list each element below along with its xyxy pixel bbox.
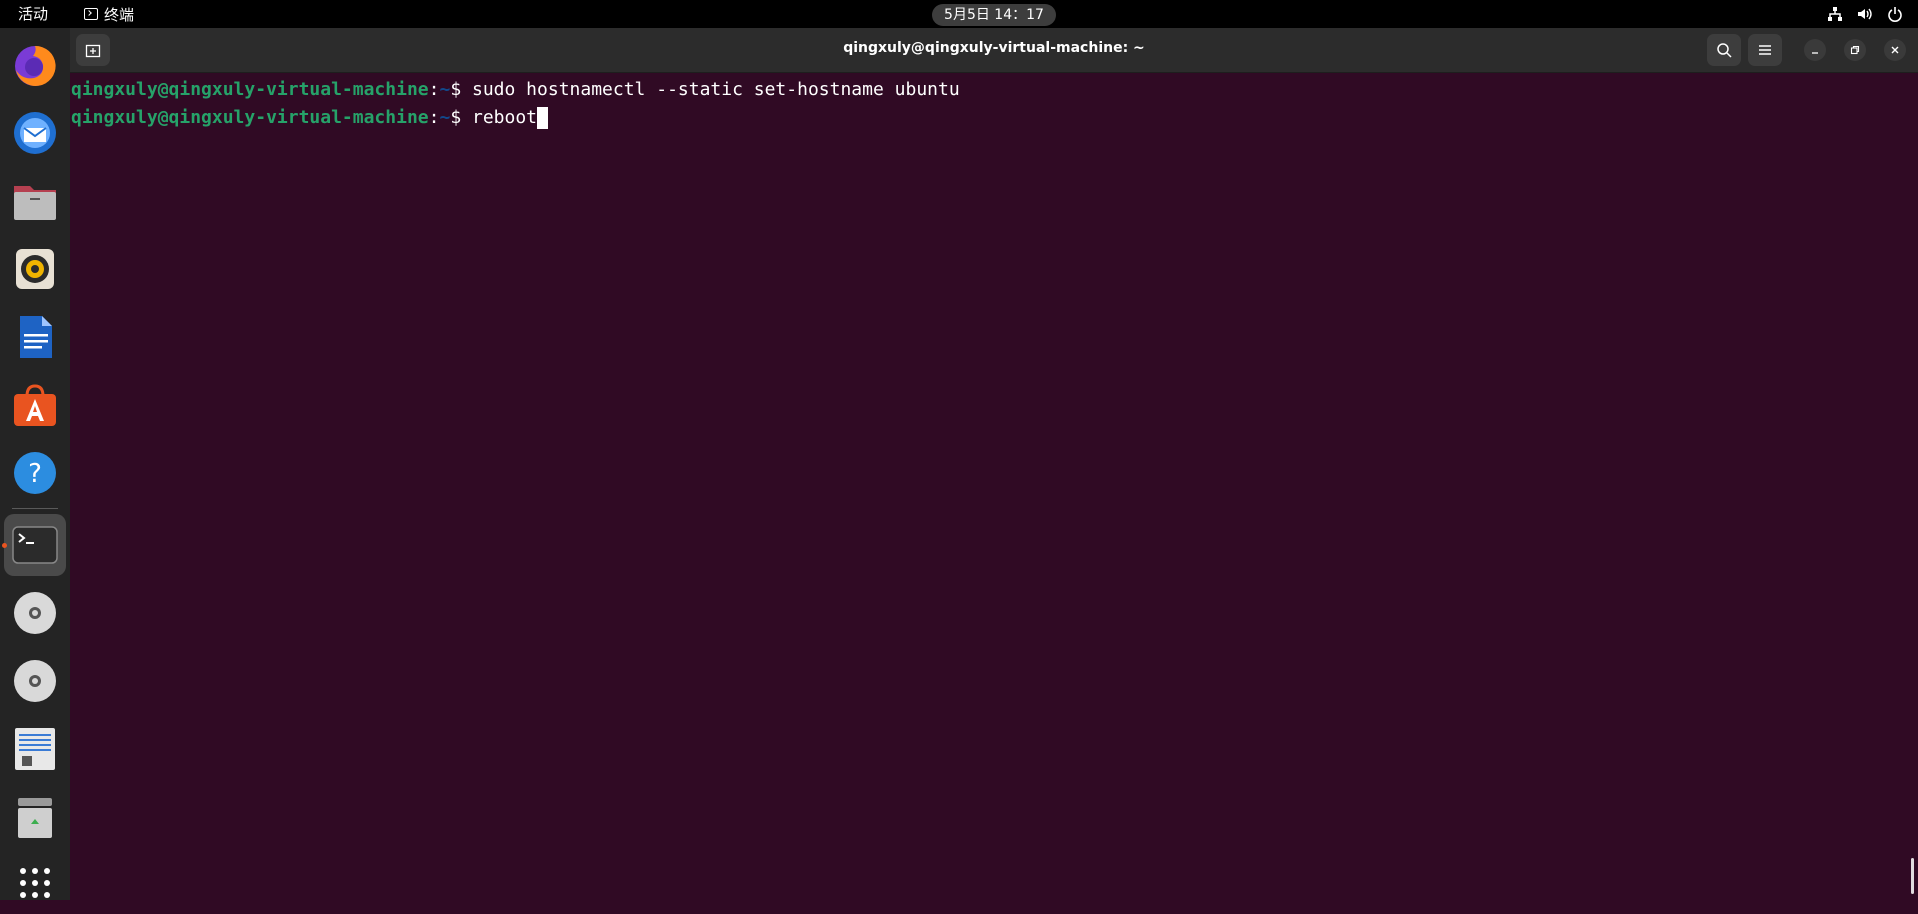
text-cursor xyxy=(537,107,549,129)
menu-button[interactable] xyxy=(1748,34,1782,66)
search-icon xyxy=(1717,43,1732,58)
app-menu-label: 终端 xyxy=(104,5,135,24)
app-menu[interactable]: 终端 xyxy=(84,4,134,24)
clock[interactable]: 5月5日 14：17 xyxy=(932,4,1056,26)
optical-drive-launcher[interactable] xyxy=(4,582,66,644)
disc-icon xyxy=(14,592,56,634)
minimize-button[interactable] xyxy=(1804,39,1826,61)
terminal-icon xyxy=(12,526,58,564)
volume-icon[interactable] xyxy=(1856,5,1874,23)
prompt-path: ~ xyxy=(439,79,451,100)
help-icon: ? xyxy=(14,452,56,494)
terminal-line: qingxuly@qingxuly-virtual-machine:~$ reb… xyxy=(71,107,549,129)
text-file-icon xyxy=(15,728,55,770)
terminal-output[interactable]: qingxuly@qingxuly-virtual-machine:~$ sud… xyxy=(70,73,1918,900)
network-icon[interactable] xyxy=(1826,5,1844,23)
help-launcher[interactable]: ? xyxy=(4,442,66,504)
trash-icon xyxy=(18,798,52,838)
prompt-path: ~ xyxy=(439,107,451,128)
restore-icon xyxy=(1850,45,1860,55)
thunderbird-icon xyxy=(14,112,56,154)
text-file-launcher[interactable] xyxy=(4,718,66,780)
prompt-user-host: qingxuly@qingxuly-virtual-machine xyxy=(71,107,429,128)
prompt-separator: : xyxy=(428,79,440,100)
new-tab-button[interactable] xyxy=(76,34,110,66)
firefox-launcher[interactable] xyxy=(4,34,66,96)
top-bar: 活动 终端 5月5日 14：17 xyxy=(0,0,1918,28)
system-tray[interactable] xyxy=(1826,3,1904,25)
search-button[interactable] xyxy=(1707,34,1741,66)
minimize-icon xyxy=(1812,52,1818,54)
svg-text:?: ? xyxy=(28,459,42,489)
show-apps-button[interactable] xyxy=(4,852,66,914)
running-indicator xyxy=(2,543,7,548)
dock: ? xyxy=(0,28,70,900)
scrollbar[interactable] xyxy=(1911,858,1914,894)
power-icon[interactable] xyxy=(1886,5,1904,23)
prompt-separator: : xyxy=(428,107,440,128)
terminal-launcher[interactable] xyxy=(4,514,66,576)
terminal-headerbar: qingxuly@qingxuly-virtual-machine: ~ xyxy=(70,28,1918,73)
prompt-symbol: $ xyxy=(450,79,472,100)
window-title: qingxuly@qingxuly-virtual-machine: ~ xyxy=(843,40,1145,56)
document-icon xyxy=(20,316,52,358)
close-icon xyxy=(1891,46,1899,54)
terminal-line: qingxuly@qingxuly-virtual-machine:~$ sud… xyxy=(71,79,960,101)
command-text: sudo hostnamectl --static set-hostname u… xyxy=(472,79,960,100)
optical-drive-launcher-2[interactable] xyxy=(4,650,66,712)
disc-icon xyxy=(14,660,56,702)
firefox-icon xyxy=(15,45,56,86)
command-input[interactable]: reboot xyxy=(472,107,537,128)
folder-icon xyxy=(14,186,56,220)
rhythmbox-launcher[interactable] xyxy=(4,238,66,300)
app-center-launcher[interactable] xyxy=(4,374,66,436)
speaker-icon xyxy=(16,249,54,289)
activities-button[interactable]: 活动 xyxy=(18,4,48,24)
prompt-user-host: qingxuly@qingxuly-virtual-machine xyxy=(71,79,429,100)
shopping-bag-icon xyxy=(14,384,56,426)
prompt-symbol: $ xyxy=(450,107,472,128)
dock-separator xyxy=(12,508,58,509)
hamburger-icon xyxy=(1759,45,1771,55)
writer-launcher[interactable] xyxy=(4,306,66,368)
maximize-button[interactable] xyxy=(1844,39,1866,61)
terminal-icon xyxy=(84,8,98,20)
new-tab-icon xyxy=(85,44,101,58)
close-button[interactable] xyxy=(1884,39,1906,61)
grid-icon xyxy=(20,868,50,898)
trash-launcher[interactable] xyxy=(4,786,66,848)
files-launcher[interactable] xyxy=(4,170,66,232)
thunderbird-launcher[interactable] xyxy=(4,102,66,164)
